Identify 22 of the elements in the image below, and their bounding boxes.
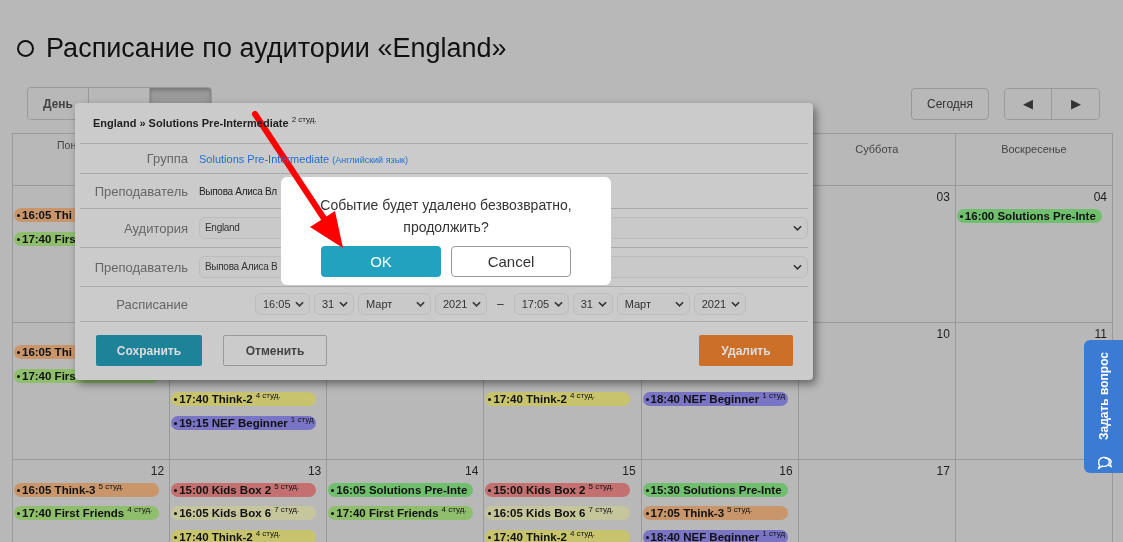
weekday-label: Воскресенье xyxy=(1001,143,1067,155)
language-note: (Английский язык) xyxy=(332,154,409,165)
page-title: Расписание по аудитории «England» xyxy=(46,32,507,64)
weekday-label: Суббота xyxy=(855,143,899,155)
day-number: 15 xyxy=(622,464,636,478)
day-number: 16 xyxy=(779,464,793,478)
day-number: 17 xyxy=(936,464,950,478)
field-label: Аудитория xyxy=(123,220,188,236)
field-label: Расписание xyxy=(115,296,188,312)
day-number: 12 xyxy=(150,464,165,478)
day-number: 11 xyxy=(1094,327,1107,341)
day-number: 13 xyxy=(307,464,322,478)
day-number: 14 xyxy=(465,464,479,478)
teacher-name: Выпова Алиса Вл xyxy=(199,185,277,197)
day-number: 10 xyxy=(936,327,950,341)
day-number: 03 xyxy=(936,190,950,204)
confirm-message: Событие будет удалено безвозвратно, продолжить? xyxy=(319,196,573,237)
field-label: Преподаватель xyxy=(93,183,188,199)
range-dash: – xyxy=(497,297,504,311)
day-number: 04 xyxy=(1093,190,1107,204)
field-label: Преподаватель xyxy=(93,259,188,275)
field-label: Группа xyxy=(145,151,188,166)
